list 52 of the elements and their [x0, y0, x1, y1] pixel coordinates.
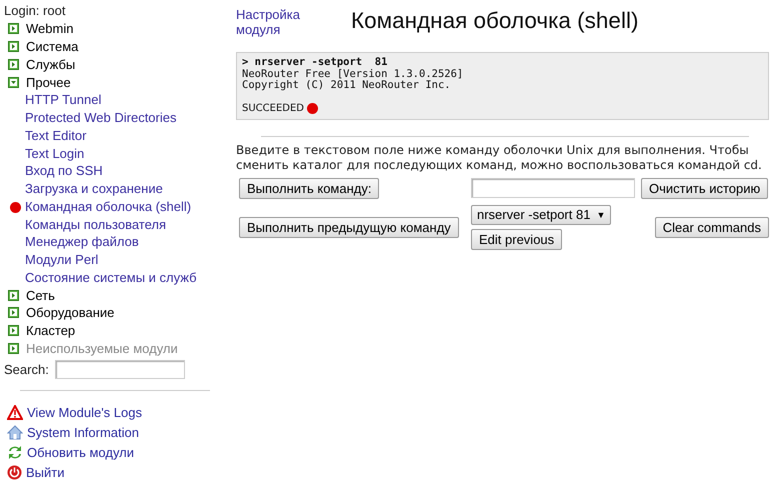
expand-icon[interactable]: [8, 325, 19, 336]
module-link[interactable]: Text Login: [25, 146, 84, 161]
status-text: SUCCEEDED: [242, 103, 304, 115]
category-label[interactable]: Оборудование: [26, 305, 114, 320]
module-link[interactable]: Модули Perl: [25, 252, 98, 268]
clear-commands-button[interactable]: Clear commands: [654, 216, 769, 238]
login-label: Login: root: [4, 2, 66, 20]
category-label[interactable]: Сеть: [26, 288, 55, 303]
expand-icon[interactable]: [8, 342, 19, 354]
warning-icon: [7, 404, 23, 420]
category-label[interactable]: Система: [26, 39, 78, 54]
module-link[interactable]: HTTP Tunnel: [25, 92, 102, 108]
refresh-icon: [7, 445, 23, 460]
module-link[interactable]: Вход по SSH: [25, 163, 103, 178]
sidebar-link[interactable]: Выйти: [26, 465, 64, 480]
edit-previous-button[interactable]: Edit previous: [471, 228, 562, 250]
module-config-link[interactable]: Настройка модуля: [236, 7, 316, 37]
power-icon: [7, 465, 22, 480]
module-link[interactable]: Менеджер файлов: [25, 234, 139, 250]
module-link[interactable]: Состояние системы и служб: [25, 270, 197, 285]
house-icon: [7, 424, 23, 440]
run-previous-button[interactable]: Выполнить предыдущую команду: [239, 216, 459, 238]
clear-history-button[interactable]: Очистить историю: [641, 178, 768, 199]
module-link[interactable]: Protected Web Directories: [25, 110, 176, 126]
category-label[interactable]: Службы: [26, 56, 76, 72]
collapse-icon[interactable]: [8, 76, 19, 88]
page-title: Командная оболочка (shell): [351, 8, 638, 34]
category-label[interactable]: Webmin: [26, 21, 74, 36]
expand-icon[interactable]: [8, 23, 19, 34]
search-field[interactable]: [54, 360, 185, 380]
previous-command-select[interactable]: nrserver -setport 81 ▼: [471, 204, 612, 225]
category-label[interactable]: Кластер: [26, 323, 76, 338]
expand-icon[interactable]: [8, 307, 19, 318]
help-text: Введите в текстовом поле ниже команду оболочки Unix для выполнения. Чтобы сменить каталог для последующих команд, можно воспользоваться командой cd.: [236, 142, 763, 173]
expand-icon[interactable]: [8, 290, 19, 301]
expand-icon[interactable]: [8, 58, 19, 70]
run-command-button[interactable]: Выполнить команду:: [239, 178, 380, 199]
category-label[interactable]: Прочее: [26, 74, 71, 90]
output-line: NeoRouter Free [Version 1.3.0.2526]: [242, 68, 464, 80]
sidebar-link[interactable]: View Module's Logs: [27, 404, 142, 420]
expand-icon[interactable]: [8, 41, 19, 52]
output-line: Copyright (C) 2011 NeoRouter Inc.: [242, 80, 452, 92]
module-link[interactable]: Загрузка и сохранение: [25, 181, 163, 196]
command-field[interactable]: [471, 178, 635, 198]
sidebar-link[interactable]: Обновить модули: [27, 445, 134, 460]
module-link[interactable]: Командная оболочка (shell): [25, 198, 192, 214]
command-text: > nrserver -setport 81: [242, 57, 388, 69]
sidebar-link[interactable]: System Information: [27, 424, 139, 440]
module-link[interactable]: Text Editor: [25, 128, 86, 143]
category-label[interactable]: Неиспользуемые модули: [26, 340, 178, 356]
module-link[interactable]: Команды пользователя: [25, 216, 166, 232]
search-label: Search:: [4, 362, 49, 378]
